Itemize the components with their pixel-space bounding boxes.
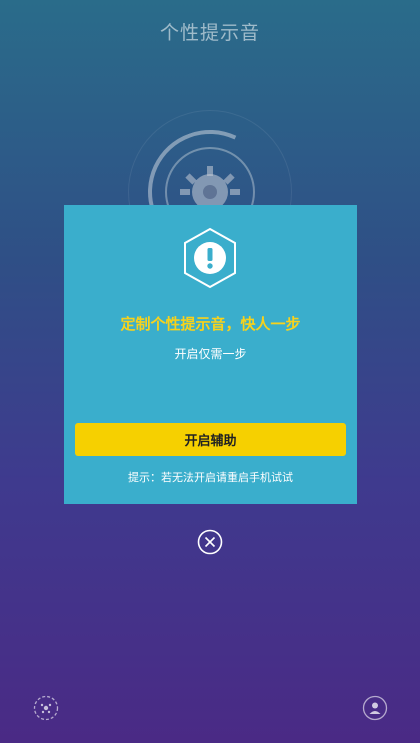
dialog-heading: 定制个性提示音，快人一步 [120,315,301,333]
dialog-subtext: 开启仅需一步 [174,347,247,361]
dialog-hint: 提示：若无法开启请重启手机试试 [128,471,293,484]
profile-icon[interactable] [362,695,388,721]
gear-icon [180,166,240,210]
enable-assist-button[interactable]: 开启辅助 [75,423,346,456]
sparkle-icon[interactable] [33,695,59,721]
warning-hexagon-icon [184,227,236,289]
page-title: 个性提示音 [159,22,260,44]
enable-assist-dialog: 定制个性提示音，快人一步 开启仅需一步 开启辅助 提示：若无法开启请重启手机试试 [64,205,357,504]
close-icon[interactable] [197,529,223,555]
